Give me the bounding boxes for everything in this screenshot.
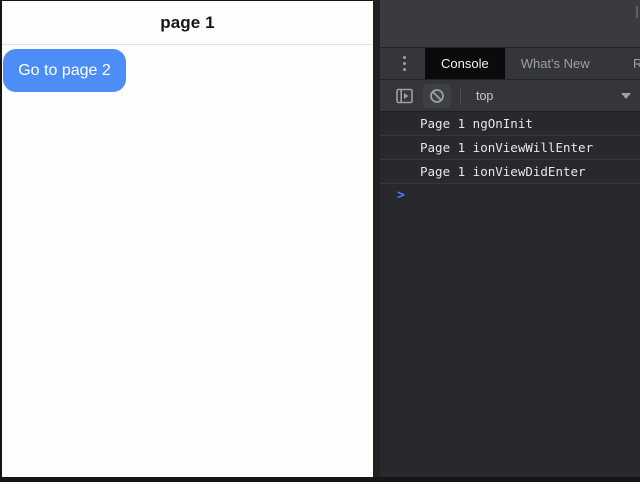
console-message: Page 1 ionViewDidEnter — [380, 160, 640, 184]
console-toolbar: top — [380, 79, 640, 112]
toolbar-separator — [460, 87, 461, 105]
tab-console[interactable]: Console — [425, 48, 505, 79]
devtools-panel: Console What's New R top — [373, 0, 640, 477]
clipped-edge-icon — [636, 6, 638, 18]
go-to-page-2-button[interactable]: Go to page 2 — [3, 49, 126, 92]
console-input-line[interactable]: > — [380, 184, 640, 207]
chevron-down-icon[interactable] — [621, 93, 631, 99]
devtools-main: Console What's New R top — [380, 0, 640, 477]
tab-whats-new[interactable]: What's New — [505, 48, 606, 79]
kebab-menu-icon[interactable] — [392, 48, 416, 79]
frame-context-selector[interactable]: top — [476, 89, 493, 103]
tab-partial-clipped[interactable]: R — [633, 48, 640, 79]
clear-console-icon[interactable] — [423, 84, 451, 108]
app-header: page 1 — [2, 1, 373, 45]
console-message: Page 1 ionViewWillEnter — [380, 136, 640, 160]
console-message: Page 1 ngOnInit — [380, 112, 640, 136]
devtools-resize-gutter[interactable] — [373, 0, 380, 477]
devtools-tab-bar: Console What's New R — [380, 48, 640, 79]
console-sidebar-toggle-icon[interactable] — [396, 88, 414, 104]
console-log-area[interactable]: Page 1 ngOnInit Page 1 ionViewWillEnter … — [380, 112, 640, 477]
devtools-top-area — [380, 0, 640, 48]
page-title: page 1 — [160, 13, 214, 33]
console-prompt-icon: > — [397, 188, 405, 203]
app-panel: page 1 Go to page 2 — [2, 1, 373, 477]
